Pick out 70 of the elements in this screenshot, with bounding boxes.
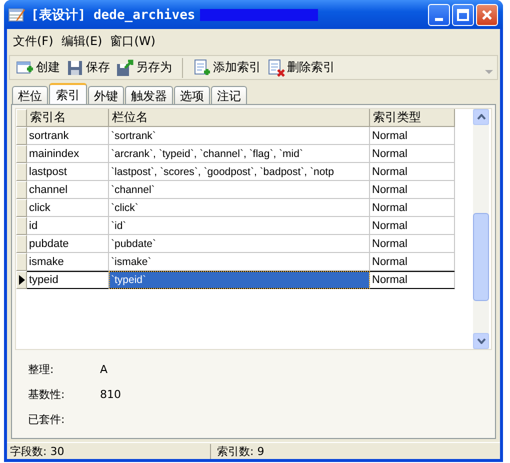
toolbar-button[interactable]: 添加索引 bbox=[191, 56, 263, 79]
table-cell: `id` bbox=[109, 217, 370, 236]
detail-value: 810 bbox=[100, 388, 121, 401]
toolbar-button[interactable]: 另存为 bbox=[114, 56, 174, 79]
tab[interactable]: 栏位 bbox=[12, 86, 48, 104]
column-header: 索引名 bbox=[27, 109, 109, 128]
floppy-arrow-icon bbox=[116, 58, 134, 77]
scroll-thumb[interactable] bbox=[473, 213, 489, 302]
menu-item[interactable]: 编辑(E) bbox=[61, 32, 102, 50]
table-cell: pubdate bbox=[27, 235, 109, 254]
column-header: 索引类型 bbox=[370, 109, 455, 128]
maximize-icon bbox=[457, 8, 469, 20]
table-edit-icon bbox=[8, 6, 26, 22]
table-cell: Normal bbox=[370, 199, 455, 218]
window-title: [表设计] dede_archives bbox=[31, 6, 196, 24]
tab[interactable]: 触发器 bbox=[125, 86, 173, 104]
detail-label: 整理: bbox=[28, 362, 55, 377]
dropdown-arrow-icon bbox=[485, 70, 493, 76]
table-cell: channel bbox=[27, 181, 109, 200]
detail-label: 已套件: bbox=[28, 412, 66, 427]
table-cell: click bbox=[27, 199, 109, 218]
table-cell: `pubdate` bbox=[109, 235, 370, 254]
toolbar-button[interactable]: 保存 bbox=[64, 56, 112, 79]
table-cell: lastpost bbox=[27, 163, 109, 182]
table-cell: Normal bbox=[370, 217, 455, 236]
chevron-down-icon bbox=[476, 338, 486, 344]
table-cell: `sortrank` bbox=[109, 127, 370, 146]
chevron-up-icon bbox=[476, 114, 486, 120]
toolbar-button[interactable]: 删除索引 bbox=[265, 56, 337, 79]
detail-label: 基数性: bbox=[28, 386, 66, 402]
table-cell: Normal bbox=[370, 235, 455, 254]
table-cell: sortrank bbox=[27, 127, 109, 146]
table-cell: `arcrank`, `typeid`, `channel`, `flag`, `mid` bbox=[109, 145, 370, 164]
toolbar-button[interactable]: 创建 bbox=[14, 56, 62, 79]
close-button[interactable] bbox=[476, 4, 498, 26]
table-cell: Normal bbox=[370, 163, 455, 182]
table-cell: `lastpost`, `scores`, `goodpost`, `badpost`, `notp bbox=[109, 163, 370, 182]
maximize-button[interactable] bbox=[452, 4, 474, 26]
scroll-up-button[interactable] bbox=[473, 109, 489, 126]
current-row-icon bbox=[18, 275, 24, 286]
status-text: 索引数: 9 bbox=[216, 444, 264, 459]
table-cell: mainindex bbox=[27, 145, 109, 164]
tab[interactable]: 选项 bbox=[174, 86, 210, 104]
column-header: 栏位名 bbox=[109, 109, 370, 128]
document-cross-icon bbox=[267, 58, 285, 77]
table-cell: typeid bbox=[27, 271, 109, 290]
table-cell: `channel` bbox=[109, 181, 370, 200]
table-cell: Normal bbox=[370, 181, 455, 200]
row-header[interactable] bbox=[16, 271, 27, 290]
vertical-scrollbar[interactable] bbox=[473, 109, 489, 350]
tab[interactable]: 外键 bbox=[88, 86, 124, 104]
scroll-down-button[interactable] bbox=[473, 333, 489, 350]
table-cell: Normal bbox=[370, 271, 455, 290]
document-plus-icon bbox=[193, 58, 211, 77]
menu-item[interactable]: 文件(F) bbox=[13, 32, 54, 50]
minimize-button[interactable] bbox=[428, 4, 450, 26]
table-cell: id bbox=[27, 217, 109, 236]
table-cell: Normal bbox=[370, 145, 455, 164]
minimize-icon bbox=[435, 18, 443, 20]
detail-value: A bbox=[100, 362, 108, 376]
tab[interactable]: 注记 bbox=[211, 86, 247, 104]
table-cell: ismake bbox=[27, 253, 109, 272]
table-cell: `click` bbox=[109, 199, 370, 218]
status-text: 字段数: 30 bbox=[7, 444, 211, 459]
table-cell: Normal bbox=[370, 253, 455, 272]
tab[interactable]: 索引 bbox=[49, 83, 87, 104]
menu-item[interactable]: 窗口(W) bbox=[110, 32, 156, 50]
close-icon bbox=[481, 8, 493, 20]
table-cell: Normal bbox=[370, 127, 455, 146]
table-cell: `typeid` bbox=[109, 271, 370, 290]
